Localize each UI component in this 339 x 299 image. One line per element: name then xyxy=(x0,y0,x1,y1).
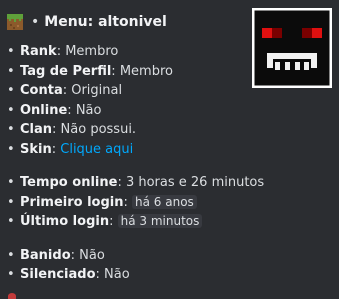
grass-block-icon xyxy=(7,14,23,30)
field-banido: • Banido: Não xyxy=(7,247,105,263)
status-fields: • Banido: Não • Silenciado: Não xyxy=(7,246,339,285)
field-tempo-online: • Tempo online: 3 horas e 26 minutos xyxy=(7,175,265,190)
field-online: • Online: Não xyxy=(7,102,102,118)
partial-icon xyxy=(8,293,16,299)
timestamp-ultimo-login[interactable]: há 3 minutos xyxy=(117,214,203,228)
field-skin: • Skin: Clique aqui xyxy=(7,141,134,157)
skin-link[interactable]: Clique aqui xyxy=(60,142,133,157)
time-fields: • Tempo online: 3 horas e 26 minutos • Pri… xyxy=(7,173,339,232)
field-silenciado: • Silenciado: Não xyxy=(7,267,130,282)
field-ultimo-login: • Último login: há 3 minutos xyxy=(7,212,339,232)
title-text: Menu: altonivel xyxy=(44,14,167,30)
field-clan: • Clan: Não possui. xyxy=(7,122,137,137)
embed-card: • Menu: altonivel • Rank: Membro • Tag de … xyxy=(0,0,339,299)
timestamp-primeiro-login[interactable]: há 6 anos xyxy=(132,194,197,209)
skin-face-thumbnail[interactable] xyxy=(252,8,332,88)
field-primeiro-login: • Primeiro login: há 6 anos xyxy=(7,193,339,213)
title-bullet: • xyxy=(31,14,40,30)
